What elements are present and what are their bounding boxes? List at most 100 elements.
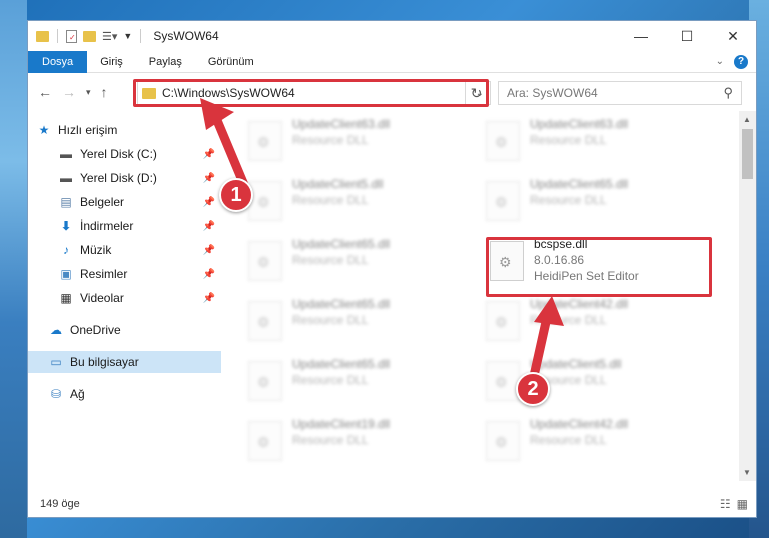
pin-icon: 📌 [202, 172, 215, 184]
ribbon-tabs: Dosya Giriş Paylaş Görünüm ⌄ ? [28, 50, 756, 73]
list-item[interactable]: UpdateClient65.dll Resource DLL [486, 177, 716, 233]
pin-icon: 📌 [202, 196, 215, 208]
sidebar-item-quick-access[interactable]: ★ Hızlı erişim [36, 119, 221, 141]
sidebar-item-pictures[interactable]: ▣ Resimler 📌 [28, 263, 221, 285]
sidebar-item-label: Ağ [70, 387, 85, 401]
minimize-button[interactable]: — [618, 21, 664, 51]
title-bar: ✓ ☰▾ ▼ SysWOW64 — ☐ ✕ [28, 21, 756, 51]
sidebar-item-network[interactable]: ⛁ Ağ [28, 383, 221, 405]
sidebar-item-onedrive[interactable]: ☁ OneDrive [28, 319, 221, 341]
back-icon[interactable]: ← [38, 84, 52, 100]
file-name: UpdateClient65.dll [292, 297, 391, 311]
list-item[interactable]: UpdateClient5.dll Resource DLL [248, 177, 478, 233]
tab-file[interactable]: Dosya [28, 50, 88, 73]
dll-file-icon [486, 361, 520, 401]
computer-icon: ▭ [50, 355, 62, 369]
sidebar-item-label: Belgeler [80, 195, 125, 209]
pin-icon: 📌 [202, 148, 215, 160]
drive-icon: ▬ [60, 147, 72, 161]
file-description: Resource DLL [292, 193, 369, 207]
address-highlight-box [133, 79, 489, 107]
drive-icon: ▬ [60, 171, 72, 185]
dll-file-icon [248, 241, 282, 281]
details-view-icon[interactable]: ☷ [720, 497, 731, 511]
file-description: Resource DLL [530, 193, 607, 207]
maximize-button[interactable]: ☐ [664, 21, 710, 51]
sidebar-item-local-disk-d[interactable]: ▬ Yerel Disk (D:) 📌 [28, 167, 221, 189]
tab-view[interactable]: Görünüm [195, 51, 267, 73]
list-item[interactable]: UpdateClient65.dll Resource DLL [248, 237, 478, 293]
file-description: Resource DLL [530, 433, 607, 447]
sidebar-item-label: İndirmeler [80, 219, 134, 233]
sidebar-item-label: Müzik [80, 243, 112, 257]
customize-icon[interactable]: ☰▾ [102, 30, 117, 43]
sidebar-item-documents[interactable]: ▤ Belgeler 📌 [28, 191, 221, 213]
scrollbar-thumb[interactable] [742, 129, 753, 179]
search-input[interactable]: Ara: SysWOW64 ⚲ [498, 81, 742, 105]
file-name: UpdateClient42.dll [530, 297, 629, 311]
recent-locations-icon[interactable]: ▾ [86, 87, 91, 98]
dll-file-icon [486, 181, 520, 221]
sidebar-item-downloads[interactable]: ⬇ İndirmeler 📌 [28, 215, 221, 237]
tab-home[interactable]: Giriş [87, 51, 136, 73]
file-name: UpdateClient5.dll [530, 357, 622, 371]
file-highlight-box [486, 237, 712, 297]
folder-icon [36, 30, 49, 42]
list-item[interactable]: UpdateClient65.dll Resource DLL [248, 297, 478, 353]
dll-file-icon [248, 121, 282, 161]
divider [140, 29, 142, 43]
expand-ribbon-icon[interactable]: ⌄ [716, 56, 724, 67]
item-count: 149 öge [40, 498, 80, 510]
sidebar-item-label: Videolar [80, 291, 124, 305]
sidebar-item-this-pc[interactable]: ▭ Bu bilgisayar [28, 351, 221, 373]
tab-share[interactable]: Paylaş [136, 51, 195, 73]
sidebar-item-label: Resimler [80, 267, 128, 281]
pin-icon: 📌 [202, 220, 215, 232]
forward-icon[interactable]: → [62, 84, 76, 100]
file-name: UpdateClient65.dll [530, 177, 629, 191]
chevron-down-icon[interactable]: ▼ [123, 31, 132, 41]
file-name: UpdateClient65.dll [292, 237, 391, 251]
search-icon[interactable]: ⚲ [723, 85, 733, 101]
vertical-scrollbar[interactable]: ▲ ▼ [739, 111, 756, 481]
large-icons-view-icon[interactable]: ▦ [737, 497, 748, 511]
list-item[interactable]: UpdateClient19.dll Resource DLL [248, 417, 478, 473]
file-name: UpdateClient65.dll [292, 357, 391, 371]
list-item[interactable]: UpdateClient42.dll Resource DLL [486, 417, 716, 473]
scroll-down-icon[interactable]: ▼ [743, 468, 751, 477]
list-item[interactable]: UpdateClient63.dll Resource DLL [486, 117, 716, 173]
new-folder-icon[interactable] [83, 30, 96, 42]
properties-icon[interactable]: ✓ [66, 29, 77, 43]
list-item[interactable]: UpdateClient63.dll Resource DLL [248, 117, 478, 173]
file-description: Resource DLL [292, 313, 369, 327]
dll-file-icon [248, 361, 282, 401]
file-description: Resource DLL [292, 373, 369, 387]
sidebar-item-label: Yerel Disk (D:) [80, 171, 157, 185]
pictures-icon: ▣ [60, 267, 72, 281]
sidebar-item-music[interactable]: ♪ Müzik 📌 [28, 239, 221, 261]
search-placeholder: Ara: SysWOW64 [507, 86, 598, 100]
pin-icon: 📌 [202, 244, 215, 256]
sidebar-item-local-disk-c[interactable]: ▬ Yerel Disk (C:) 📌 [28, 143, 221, 165]
list-item[interactable]: UpdateClient42.dll Resource DLL [486, 297, 716, 353]
step-marker-1: 1 [219, 178, 253, 212]
view-switcher: ☷ ▦ [720, 497, 758, 511]
sidebar-item-videos[interactable]: ▦ Videolar 📌 [28, 287, 221, 309]
up-icon[interactable]: ↑ [101, 84, 108, 100]
help-icon[interactable]: ? [734, 54, 748, 69]
navigation-pane: ★ Hızlı erişim ▬ Yerel Disk (C:) 📌 ▬ Yer… [28, 111, 221, 481]
music-icon: ♪ [63, 243, 69, 257]
list-item[interactable]: UpdateClient65.dll Resource DLL [248, 357, 478, 413]
close-button[interactable]: ✕ [710, 21, 756, 51]
file-description: Resource DLL [292, 253, 369, 267]
scroll-up-icon[interactable]: ▲ [743, 115, 751, 124]
network-icon: ⛁ [50, 387, 62, 401]
desktop-background-left [0, 0, 27, 538]
pin-icon: 📌 [202, 268, 215, 280]
videos-icon: ▦ [60, 291, 72, 305]
navigation-bar: ← → ▾ ↑ C:\Windows\SysWOW64 ⌄ ↻ Ara: Sys… [28, 73, 756, 111]
sidebar-item-label: OneDrive [70, 323, 121, 337]
dll-file-icon [248, 301, 282, 341]
sidebar-item-label: Hızlı erişim [58, 123, 118, 137]
documents-icon: ▤ [60, 195, 72, 209]
